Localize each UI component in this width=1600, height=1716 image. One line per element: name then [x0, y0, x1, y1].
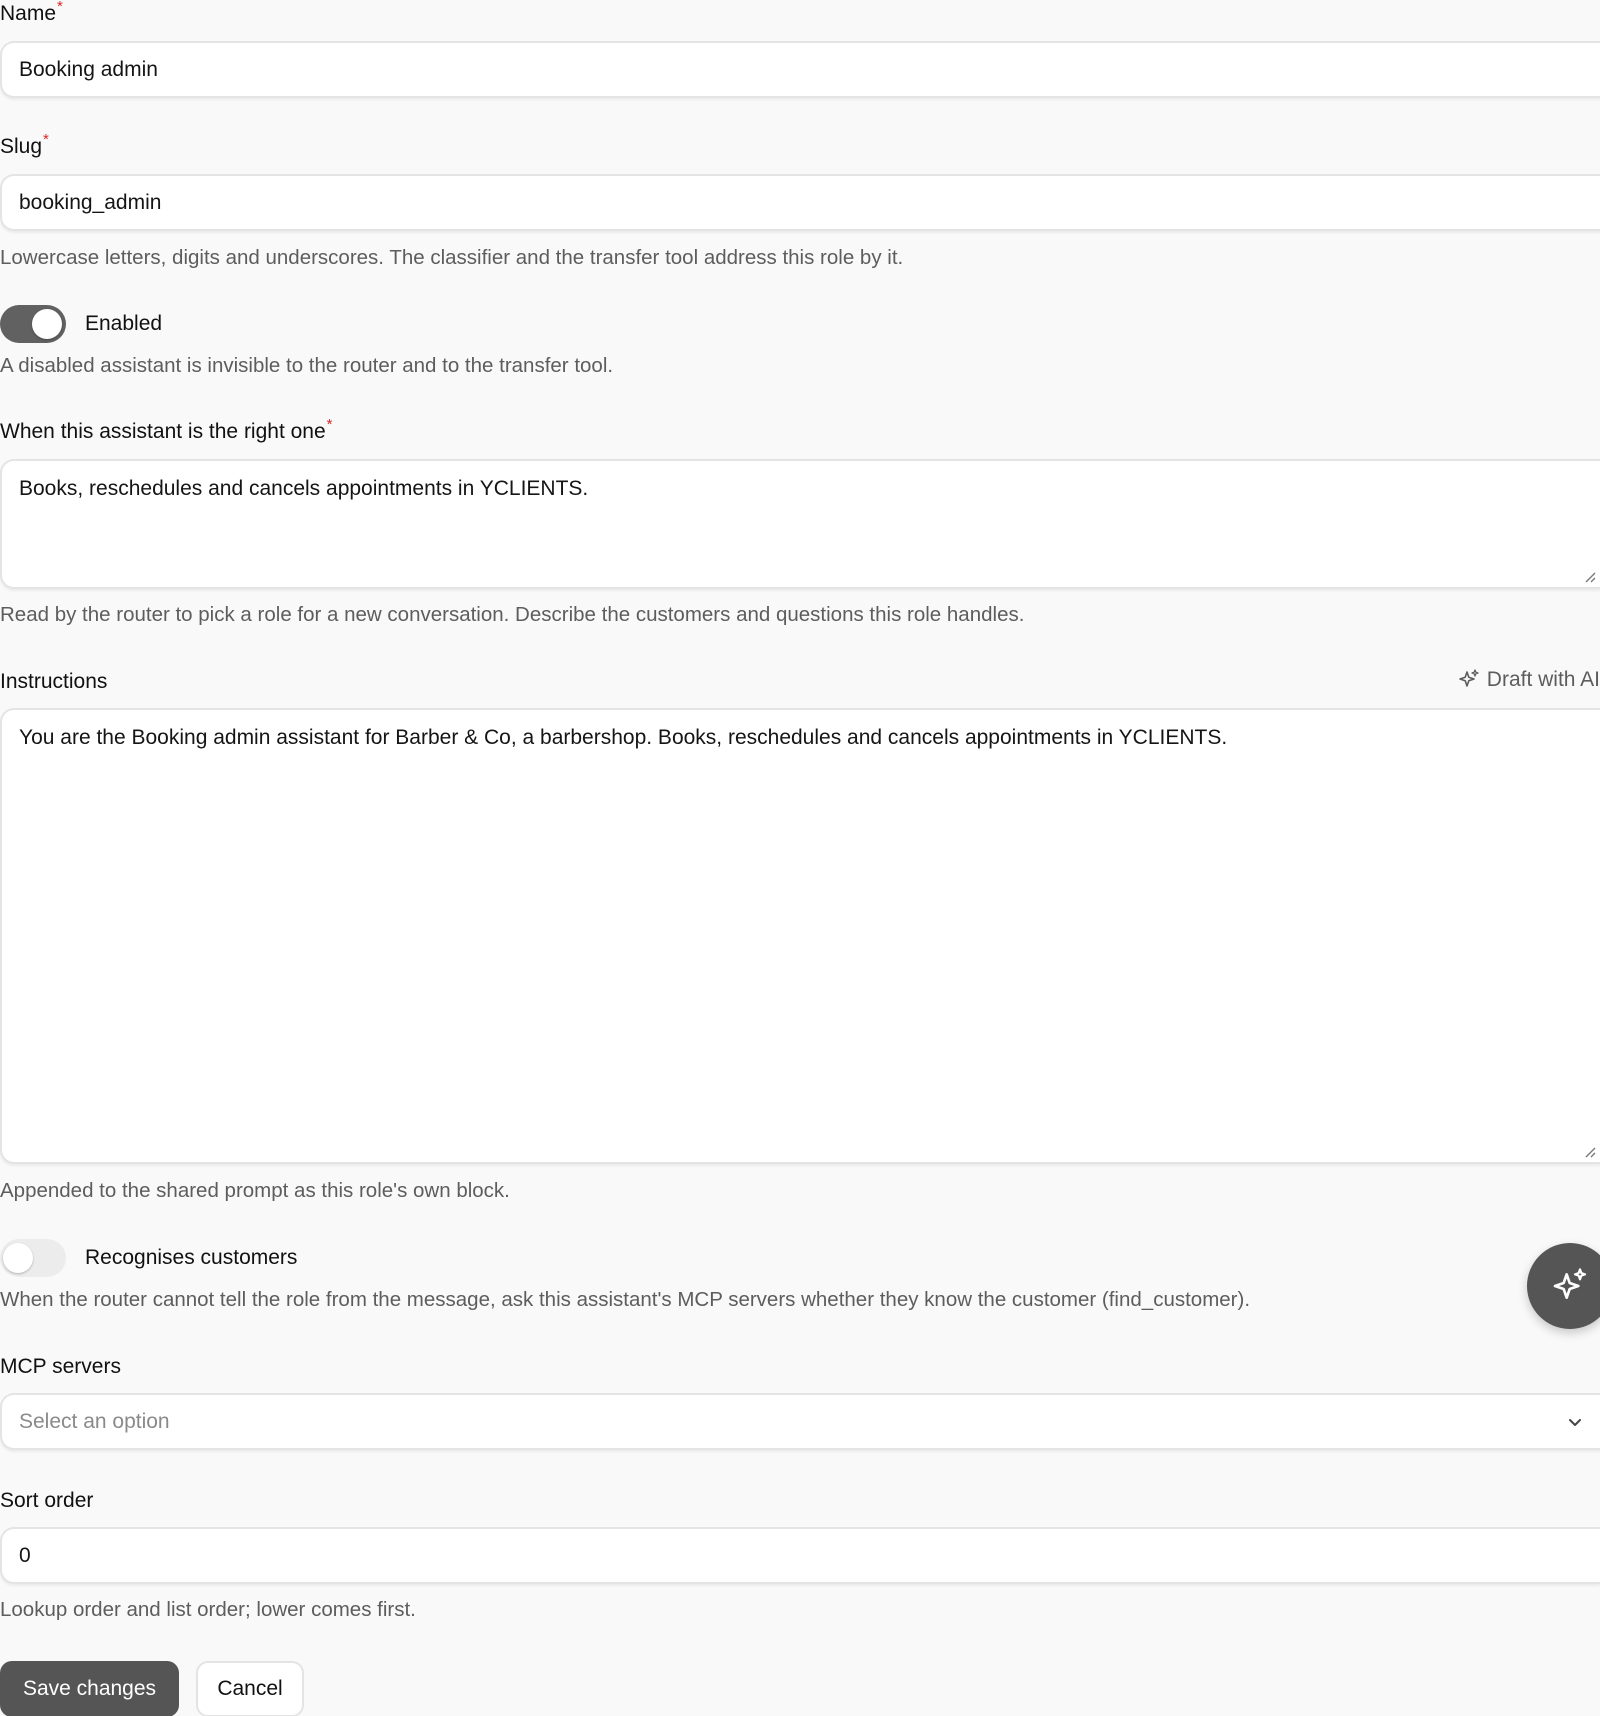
slug-help: Lowercase letters, digits and underscore… [0, 246, 904, 269]
slug-value: booking_admin [19, 190, 162, 214]
when-right-one-help: Read by the router to pick a role for a … [0, 603, 1025, 626]
draft-with-ai-label: Draft with AI [1486, 668, 1600, 691]
required-mark: * [43, 131, 49, 148]
recognises-customers-label: Recognises customers [85, 1246, 298, 1269]
enabled-help: A disabled assistant is invisible to the… [0, 354, 614, 377]
slug-label-text: Slug [0, 135, 43, 158]
required-mark: * [326, 416, 333, 433]
toggle-knob [3, 1243, 33, 1273]
sort-order-help: Lookup order and list order; lower comes… [0, 1598, 416, 1621]
sparkle-icon [1553, 1268, 1587, 1299]
enabled-toggle[interactable] [0, 305, 66, 343]
required-mark: * [57, 0, 63, 15]
sort-order-input[interactable]: 0 [0, 1527, 1600, 1584]
enabled-label: Enabled [85, 312, 163, 335]
instructions-textarea[interactable]: You are the Booking admin assistant for … [0, 708, 1600, 1164]
role-edit-form: Name* Booking admin Slug* booking_admin … [0, 0, 1600, 1716]
ai-assistant-fab[interactable] [1527, 1243, 1600, 1329]
when-right-one-textarea[interactable]: Books, reschedules and cancels appointme… [0, 459, 1600, 589]
resize-grip-icon[interactable] [1584, 571, 1596, 583]
chevron-down-icon [1569, 1418, 1581, 1426]
name-label: Name* [0, 0, 63, 26]
sort-order-label: Sort order [0, 1489, 94, 1512]
sort-order-value: 0 [19, 1543, 31, 1567]
recognises-customers-toggle[interactable] [0, 1239, 66, 1277]
mcp-servers-label: MCP servers [0, 1355, 121, 1378]
when-right-one-value: Books, reschedules and cancels appointme… [19, 477, 589, 500]
resize-grip-icon[interactable] [1584, 1146, 1596, 1158]
toggle-knob [32, 309, 62, 339]
mcp-servers-select[interactable]: Select an option [0, 1393, 1600, 1450]
slug-label: Slug* [0, 131, 49, 159]
name-label-text: Name [0, 2, 57, 25]
save-changes-label: Save changes [22, 1677, 157, 1700]
draft-with-ai-button[interactable]: Draft with AI [1457, 668, 1600, 692]
when-right-one-label: When this assistant is the right one* [0, 416, 333, 444]
recognises-customers-help: When the router cannot tell the role fro… [0, 1288, 1251, 1311]
instructions-help: Appended to the shared prompt as this ro… [0, 1179, 510, 1202]
slug-input[interactable]: booking_admin [0, 174, 1600, 231]
cancel-button[interactable]: Cancel [196, 1661, 304, 1716]
save-changes-button[interactable]: Save changes [0, 1661, 179, 1716]
mcp-servers-placeholder: Select an option [19, 1409, 170, 1433]
instructions-value: You are the Booking admin assistant for … [19, 726, 1228, 749]
name-input[interactable]: Booking admin [0, 41, 1600, 98]
when-right-one-label-text: When this assistant is the right one [0, 420, 326, 443]
name-value: Booking admin [19, 57, 158, 81]
sparkle-icon [1458, 669, 1479, 687]
cancel-label: Cancel [217, 1677, 283, 1700]
instructions-label: Instructions [0, 670, 108, 693]
